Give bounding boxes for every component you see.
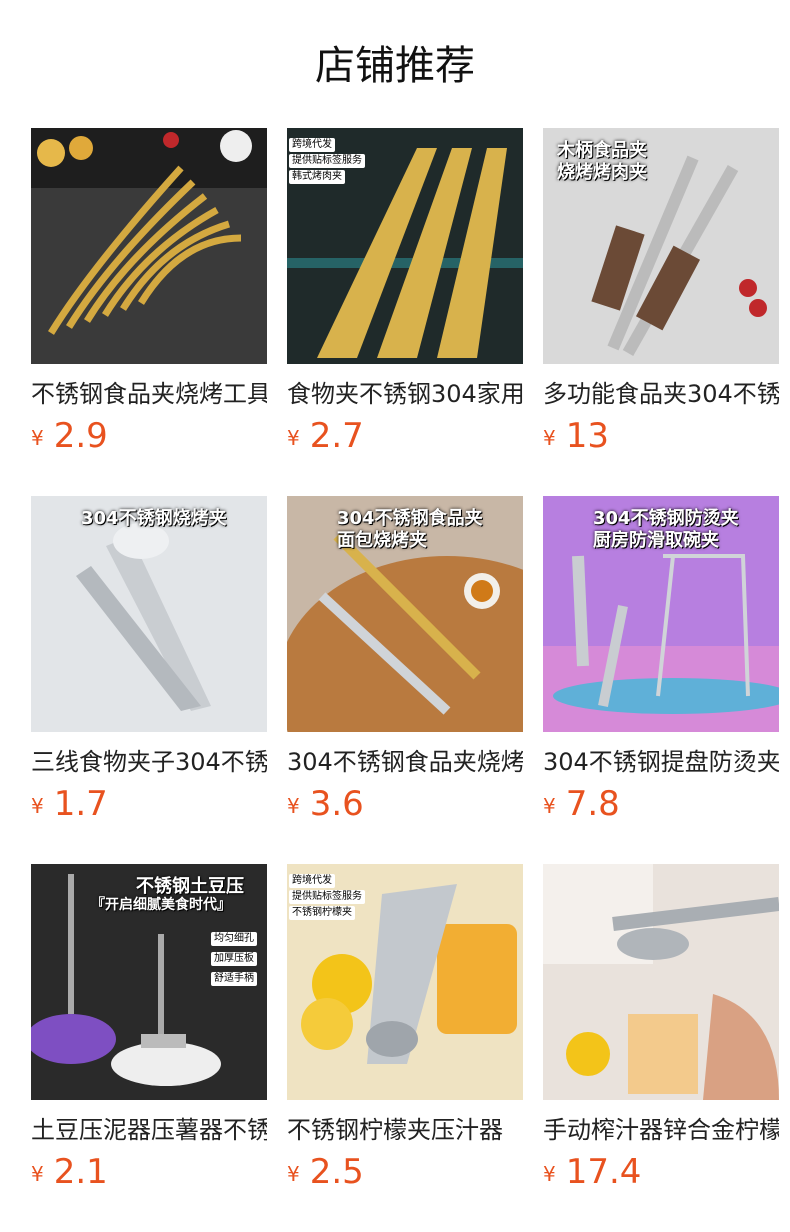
price-value: 2.9 [53, 416, 108, 456]
product-image[interactable]: 木柄食品夹 烧烤烤肉夹 [543, 128, 779, 364]
product-name[interactable]: 304不锈钢食品夹烧烤 [287, 746, 523, 778]
product-image[interactable] [31, 128, 267, 364]
product-name[interactable]: 不锈钢食品夹烧烤工具 [31, 378, 267, 410]
product-price: ¥2.1 [31, 1150, 267, 1200]
currency-symbol: ¥ [287, 426, 300, 450]
price-value: 2.7 [309, 416, 364, 456]
silver-tongs-image [31, 496, 267, 732]
image-overlay-text: 面包烧烤夹 [337, 530, 427, 551]
image-tag: 提供贴标签服务 [289, 154, 365, 168]
currency-symbol: ¥ [287, 794, 300, 818]
product-price: ¥1.7 [31, 782, 267, 832]
product-card[interactable]: 304不锈钢防烫夹 厨房防滑取碗夹 304不锈钢提盘防烫夹 ¥7.8 [543, 496, 779, 826]
product-image[interactable] [543, 864, 779, 1100]
product-price: ¥17.4 [543, 1150, 779, 1200]
image-tag: 均匀细孔 [211, 932, 257, 946]
product-price: ¥2.5 [287, 1150, 523, 1200]
image-overlay-text: 304不锈钢烧烤夹 [81, 508, 227, 529]
currency-symbol: ¥ [31, 794, 44, 818]
gold-tongs-image [31, 128, 267, 364]
image-tag: 不锈钢柠檬夹 [289, 906, 355, 920]
currency-symbol: ¥ [543, 794, 556, 818]
currency-symbol: ¥ [31, 426, 44, 450]
product-image[interactable]: 304不锈钢食品夹 面包烧烤夹 [287, 496, 523, 732]
product-card[interactable]: 跨境代发提供贴标签服务 不锈钢柠檬夹不锈钢柠檬夹压汁器 ¥2.5 [287, 864, 523, 1194]
price-value: 7.8 [565, 784, 620, 824]
image-overlay-text: 厨房防滑取碗夹 [593, 530, 719, 551]
product-name[interactable]: 土豆压泥器压薯器不锈钢 [31, 1114, 267, 1146]
price-value: 2.1 [53, 1152, 108, 1192]
product-price: ¥3.6 [287, 782, 523, 832]
product-card[interactable]: 木柄食品夹 烧烤烤肉夹多功能食品夹304不锈钢 ¥13 [543, 128, 779, 458]
product-price: ¥7.8 [543, 782, 779, 832]
product-card[interactable]: 手动榨汁器锌合金柠檬 ¥17.4 [543, 864, 779, 1194]
product-image[interactable]: 跨境代发提供贴标签服务 韩式烤肉夹 [287, 128, 523, 364]
image-tag: 韩式烤肉夹 [289, 170, 345, 184]
product-image[interactable]: 不锈钢土豆压 『开启细腻美食时代』 均匀细孔 加厚压板 舒适手柄 [31, 864, 267, 1100]
product-price: ¥2.9 [31, 414, 267, 464]
product-name[interactable]: 不锈钢柠檬夹压汁器 [287, 1114, 523, 1146]
image-overlay-text: 『开启细腻美食时代』 [91, 897, 231, 913]
product-grid: 不锈钢食品夹烧烤工具 ¥2.9 跨境代发 提供贴标签服务 韩式烤肉夹 食物夹不锈钢304… [0, 0, 790, 1232]
currency-symbol: ¥ [287, 1162, 300, 1186]
product-name[interactable]: 304不锈钢提盘防烫夹 [543, 746, 779, 778]
product-name[interactable]: 手动榨汁器锌合金柠檬 [543, 1114, 779, 1146]
product-name[interactable]: 食物夹不锈钢304家用 [287, 378, 523, 410]
image-tag: 舒适手柄 [211, 972, 257, 986]
product-image[interactable]: 304不锈钢烧烤夹 [31, 496, 267, 732]
price-value: 2.5 [309, 1152, 364, 1192]
product-price: ¥2.7 [287, 414, 523, 464]
product-image[interactable]: 304不锈钢防烫夹 厨房防滑取碗夹 [543, 496, 779, 732]
product-card[interactable]: 304不锈钢食品夹 面包烧烤夹 304不锈钢食品夹烧烤 ¥3.6 [287, 496, 523, 826]
product-card[interactable]: 不锈钢食品夹烧烤工具 ¥2.9 [31, 128, 267, 458]
image-tag: 加厚压板 [211, 952, 257, 966]
image-tag: 跨境代发 [289, 874, 335, 888]
product-card[interactable]: 不锈钢土豆压『开启细腻美食时代』均匀细孔加厚压板舒适手柄土豆压泥器压薯器不锈钢¥… [31, 864, 267, 1194]
product-card[interactable]: 304不锈钢烧烤夹三线食物夹子304不锈钢 ¥1.7 [31, 496, 267, 826]
currency-symbol: ¥ [543, 1162, 556, 1186]
product-name[interactable]: 多功能食品夹304不锈钢 [543, 378, 779, 410]
currency-symbol: ¥ [31, 1162, 44, 1186]
product-price: ¥13 [543, 414, 779, 464]
currency-symbol: ¥ [543, 426, 556, 450]
juicer-image [543, 864, 779, 1100]
product-card[interactable]: 跨境代发提供贴标签服务 韩式烤肉夹食物夹不锈钢304家用 ¥2.7 [287, 128, 523, 458]
price-value: 17.4 [565, 1152, 642, 1192]
price-value: 1.7 [53, 784, 108, 824]
price-value: 13 [565, 416, 609, 456]
product-image[interactable]: 跨境代发提供贴标签服务 不锈钢柠檬夹 [287, 864, 523, 1100]
image-tag: 跨境代发 [289, 138, 335, 152]
image-overlay-text: 烧烤烤肉夹 [557, 162, 647, 183]
price-value: 3.6 [309, 784, 364, 824]
image-tag: 提供贴标签服务 [289, 890, 365, 904]
product-name[interactable]: 三线食物夹子304不锈钢 [31, 746, 267, 778]
